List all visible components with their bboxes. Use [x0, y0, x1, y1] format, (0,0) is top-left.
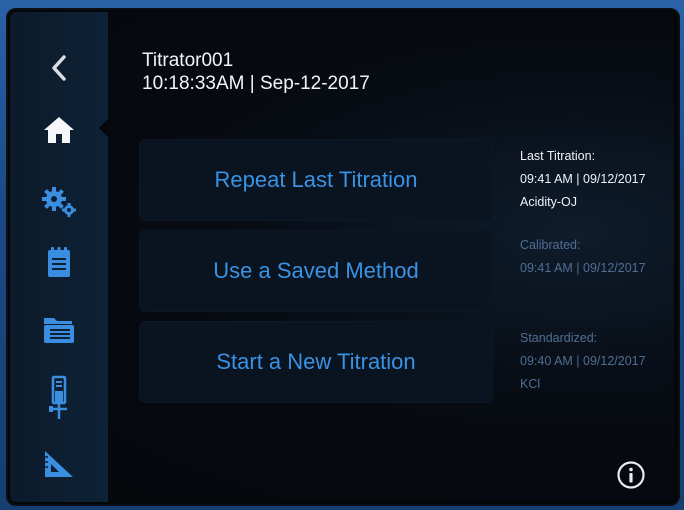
info-button[interactable]	[616, 460, 646, 490]
gears-icon	[42, 187, 76, 217]
use-saved-method-label: Use a Saved Method	[213, 258, 419, 283]
burette-icon	[49, 375, 67, 419]
standardized-titrant: KCl	[520, 377, 541, 391]
last-titration-time: 09:41 AM | 09/12/2017	[520, 172, 646, 186]
standardized-info: Standardized: 09:40 AM | 09/12/2017 KCl	[520, 327, 646, 396]
standardized-time: 09:40 AM | 09/12/2017	[520, 354, 646, 368]
sidebar-item-calibration[interactable]	[10, 434, 108, 494]
info-circle-icon	[617, 461, 645, 489]
repeat-last-titration-button[interactable]: Repeat Last Titration	[140, 140, 492, 220]
last-titration-info: Last Titration: 09:41 AM | 09/12/2017 Ac…	[520, 145, 646, 214]
device-name: Titrator001	[142, 50, 234, 71]
sidebar-item-methods[interactable]	[10, 232, 108, 292]
use-saved-method-button[interactable]: Use a Saved Method	[140, 231, 492, 311]
triangle-ruler-icon	[45, 451, 73, 477]
notepad-icon	[48, 247, 70, 277]
start-new-titration-button[interactable]: Start a New Titration	[140, 322, 492, 402]
folders-icon	[44, 318, 74, 343]
sidebar-item-burette[interactable]	[10, 368, 108, 428]
calibrated-label: Calibrated:	[520, 238, 581, 252]
active-indicator	[99, 118, 109, 138]
header: Titrator001 10:18:33AM | Sep-12-2017	[142, 50, 370, 96]
current-datetime: 10:18:33AM | Sep-12-2017	[142, 73, 370, 94]
calibrated-time: 09:41 AM | 09/12/2017	[520, 261, 646, 275]
home-icon	[44, 117, 74, 143]
last-titration-label: Last Titration:	[520, 149, 596, 163]
touch-screen: Titrator001 10:18:33AM | Sep-12-2017 Rep…	[10, 12, 674, 502]
sidebar-item-results[interactable]	[10, 298, 108, 358]
calibrated-info: Calibrated: 09:41 AM | 09/12/2017	[520, 234, 646, 280]
sidebar	[10, 12, 109, 502]
sidebar-item-home[interactable]	[10, 100, 108, 160]
last-titration-method: Acidity-OJ	[520, 195, 577, 209]
back-chevron-icon	[52, 55, 66, 81]
device-frame: Titrator001 10:18:33AM | Sep-12-2017 Rep…	[0, 0, 684, 510]
start-new-titration-label: Start a New Titration	[216, 349, 416, 374]
standardized-label: Standardized:	[520, 331, 598, 345]
sidebar-item-settings[interactable]	[10, 172, 108, 232]
back-button[interactable]	[10, 38, 108, 98]
repeat-last-titration-label: Repeat Last Titration	[214, 167, 418, 192]
